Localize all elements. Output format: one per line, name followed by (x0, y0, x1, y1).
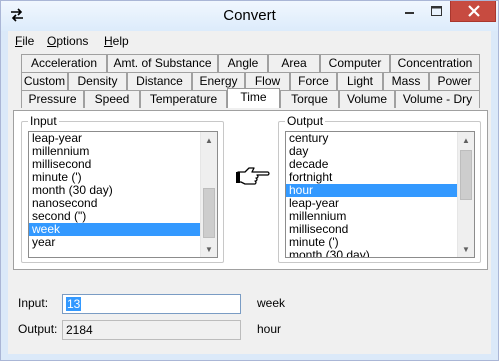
output-unit-list[interactable]: century day decade fortnight hour leap-y… (285, 131, 475, 258)
tab-custom[interactable]: Custom (21, 72, 68, 90)
output-value-text: 2184 (66, 323, 93, 337)
convert-window: Convert File Options Help Acceleration A… (0, 0, 499, 361)
pointing-hand-icon (236, 167, 270, 185)
tab-computer[interactable]: Computer (320, 54, 390, 72)
output-field-label: Output: (18, 322, 58, 336)
scroll-up-icon[interactable]: ▲ (458, 132, 474, 148)
time-tab-panel: Input leap-year millennium millisecond m… (13, 110, 488, 270)
input-value-text: 13 (66, 297, 82, 311)
menu-options[interactable]: Options (47, 34, 88, 48)
tab-temperature[interactable]: Temperature (140, 90, 227, 108)
tab-acceleration[interactable]: Acceleration (21, 54, 107, 72)
tab-force[interactable]: Force (290, 72, 337, 90)
tab-speed[interactable]: Speed (84, 90, 140, 108)
tab-distance[interactable]: Distance (127, 72, 192, 90)
menu-help-label: elp (112, 34, 129, 48)
menu-file[interactable]: File (15, 34, 34, 48)
output-group: Output century day decade fortnight hour… (278, 114, 481, 263)
tab-amt-of-substance[interactable]: Amt. of Substance (107, 54, 218, 72)
maximize-button[interactable] (423, 1, 450, 22)
title-bar[interactable]: Convert (1, 1, 498, 31)
menu-options-label: ptions (56, 34, 89, 48)
unit-category-tabs: Acceleration Amt. of Substance Angle Are… (8, 51, 491, 111)
maximize-icon (431, 6, 442, 16)
input-value-field[interactable]: 13 (62, 294, 241, 314)
tab-density[interactable]: Density (68, 72, 127, 90)
tab-torque[interactable]: Torque (280, 90, 339, 108)
list-item[interactable]: year (29, 236, 217, 249)
tab-volume-dry[interactable]: Volume - Dry (395, 90, 480, 108)
close-icon (468, 5, 480, 17)
output-list-scrollbar[interactable]: ▲ ▼ (457, 132, 474, 257)
input-unit-list[interactable]: leap-year millennium millisecond minute … (28, 131, 218, 258)
output-value-field[interactable]: 2184 (62, 320, 241, 340)
client-area: File Options Help Acceleration Amt. of S… (8, 31, 491, 354)
menu-help[interactable]: Help (104, 34, 129, 48)
tab-concentration[interactable]: Concentration (390, 54, 480, 72)
tab-time[interactable]: Time (227, 88, 280, 108)
scroll-thumb[interactable] (460, 150, 472, 200)
input-unit-label: week (257, 296, 286, 310)
tab-volume[interactable]: Volume (339, 90, 395, 108)
list-item[interactable]: century (286, 132, 474, 145)
scroll-thumb[interactable] (203, 188, 215, 238)
menu-options-accel: O (47, 34, 57, 48)
input-group-label: Input (28, 114, 59, 128)
list-item[interactable]: fortnight (286, 171, 474, 184)
scroll-down-icon[interactable]: ▼ (458, 241, 474, 257)
scroll-down-icon[interactable]: ▼ (201, 241, 217, 257)
output-unit-label: hour (257, 322, 282, 336)
tab-angle[interactable]: Angle (218, 54, 268, 72)
close-button[interactable] (450, 1, 496, 22)
menu-bar: File Options Help (8, 31, 491, 51)
output-group-label: Output (285, 114, 326, 128)
menu-help-accel: H (104, 34, 113, 48)
tab-pressure[interactable]: Pressure (21, 90, 84, 108)
tab-power[interactable]: Power (429, 72, 480, 90)
tab-mass[interactable]: Mass (383, 72, 429, 90)
list-item-selected[interactable]: week (29, 223, 217, 236)
input-group: Input leap-year millennium millisecond m… (21, 114, 224, 263)
list-item[interactable]: month (30 day) (286, 249, 474, 258)
input-list-scrollbar[interactable]: ▲ ▼ (200, 132, 217, 257)
minimize-button[interactable] (395, 1, 424, 22)
tab-light[interactable]: Light (337, 72, 383, 90)
tab-area[interactable]: Area (268, 54, 320, 72)
menu-file-label: ile (22, 34, 35, 48)
scroll-up-icon[interactable]: ▲ (201, 132, 217, 148)
minimize-icon (405, 12, 414, 14)
input-field-label: Input: (18, 296, 49, 310)
